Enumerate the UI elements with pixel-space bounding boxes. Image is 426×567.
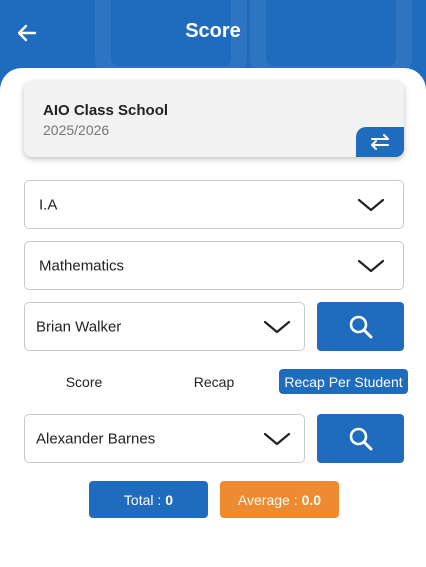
tab-recap-per-student[interactable]: Recap Per Student — [279, 369, 408, 394]
average-label: Average : — [237, 491, 298, 508]
search-icon — [349, 315, 372, 338]
search-icon — [349, 427, 372, 450]
subject-select-value: Mathematics — [39, 257, 125, 274]
average-badge: Average : 0.0 — [220, 481, 339, 518]
recap-search-button[interactable] — [317, 414, 404, 463]
school-year: 2025/2026 — [43, 122, 110, 138]
swap-arrows-icon — [371, 134, 389, 150]
total-label: Total : — [123, 491, 162, 508]
average-value: 0.0 — [301, 491, 322, 508]
search-button[interactable] — [317, 302, 404, 351]
class-select-value: I.A — [39, 196, 58, 213]
subject-select[interactable]: Mathematics — [24, 241, 404, 290]
class-select[interactable]: I.A — [24, 180, 404, 229]
total-badge: Total : 0 — [89, 481, 208, 518]
chevron-down-icon — [357, 198, 385, 211]
recap-student-select[interactable]: Alexander Barnes — [24, 414, 305, 463]
chevron-down-icon — [263, 320, 291, 333]
student-select-value: Brian Walker — [36, 318, 122, 335]
page-title: Score — [185, 20, 241, 42]
recap-student-select-value: Alexander Barnes — [36, 430, 156, 447]
tab-score[interactable]: Score — [44, 369, 124, 394]
chevron-down-icon — [357, 259, 385, 272]
school-name: AIO Class School — [43, 102, 169, 119]
chevron-down-icon — [263, 432, 291, 445]
school-card: AIO Class School 2025/2026 — [24, 81, 404, 157]
total-value: 0 — [165, 491, 174, 508]
switch-school-button[interactable] — [356, 127, 404, 157]
student-select[interactable]: Brian Walker — [24, 302, 305, 351]
tab-recap[interactable]: Recap — [174, 369, 254, 394]
